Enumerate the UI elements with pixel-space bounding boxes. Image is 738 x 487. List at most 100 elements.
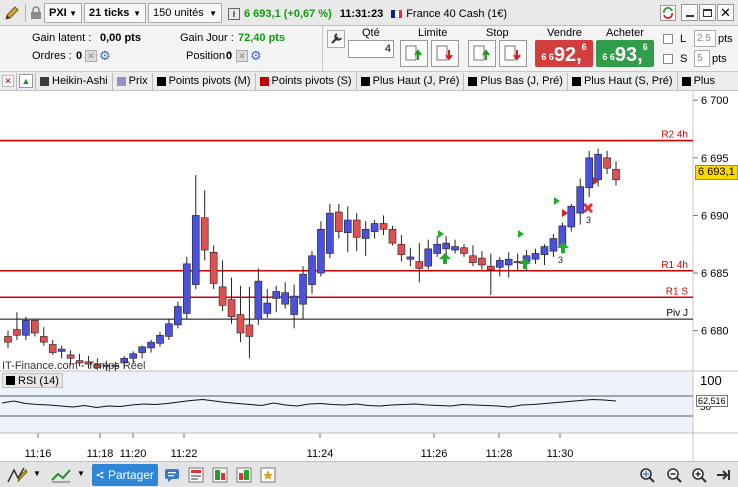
s-input[interactable] — [694, 50, 710, 67]
l-input[interactable] — [694, 30, 716, 47]
interval-selector[interactable]: 21 ticks ▼ — [84, 3, 146, 23]
pencil-icon[interactable] — [3, 4, 21, 22]
limit-buy-icon — [405, 45, 422, 60]
indicators-add-button[interactable]: ▲ — [17, 72, 36, 90]
candle-body — [254, 280, 263, 320]
zoom-in-button[interactable] — [690, 466, 708, 484]
indicator-swatch — [156, 76, 166, 86]
limit-sell-icon — [436, 45, 453, 61]
sell-price-big: 92, — [553, 44, 582, 66]
zoom-out-button[interactable] — [665, 466, 683, 484]
share-icon — [96, 471, 104, 479]
close-button[interactable]: ✕ — [717, 4, 734, 21]
position-value: 0 — [226, 50, 233, 62]
time-axis-label: 11:22 — [171, 448, 198, 460]
indicator-plus-haut-j[interactable]: Plus Haut (J, Pré) — [357, 72, 465, 90]
rsi-label[interactable]: RSI (14) — [2, 373, 63, 388]
chevron-down-icon[interactable]: ▼ — [33, 469, 41, 478]
price-axis-label: 6 690 — [701, 210, 729, 222]
candle-body — [504, 258, 513, 266]
close-icon: ✕ — [2, 75, 14, 87]
draw-tool-button[interactable] — [4, 465, 30, 485]
order-panel-divider — [322, 26, 323, 72]
candle-body — [191, 215, 200, 285]
candle-body — [388, 228, 397, 244]
gain-latent-label: Gain latent : — [32, 32, 92, 44]
candle-body — [343, 219, 352, 234]
indicator-heikin-ashi[interactable]: Heikin-Ashi — [36, 72, 113, 90]
chevron-down-icon[interactable]: ▼ — [77, 469, 85, 478]
indicator-plus-bas-j[interactable]: Plus Bas (J, Pré) — [464, 72, 568, 90]
order-bar: Gain latent : 0,00 pts Gain Jour : 72,40… — [0, 26, 738, 72]
wrench-icon[interactable] — [327, 30, 345, 48]
candle-body — [352, 219, 361, 238]
favorite-button[interactable] — [259, 466, 277, 484]
stop-sell-button[interactable] — [499, 40, 527, 67]
sell-order-button[interactable] — [235, 466, 253, 484]
indicator-plus[interactable]: Plus — [678, 73, 719, 90]
candle-body — [263, 302, 272, 314]
sell-label: Vendre — [547, 27, 582, 39]
pivot-label: R1 4h — [661, 260, 688, 271]
chart-area[interactable]: R2 4h R1 4h R1 S Piv J 3 3 6 700 6 695 6 690 6 … — [0, 91, 738, 461]
price-chart[interactable]: R2 4h R1 4h R1 S Piv J 3 3 6 700 6 695 6 690 6 … — [0, 91, 738, 461]
position-settings-icon[interactable]: ⚙ — [250, 48, 262, 64]
indicator-swatch — [571, 76, 581, 86]
lock-icon[interactable] — [30, 6, 42, 20]
zoom-fit-button[interactable] — [638, 466, 656, 484]
orders-settings-icon[interactable]: ⚙ — [99, 48, 111, 64]
buy-order-button[interactable] — [211, 466, 229, 484]
sell-price-sup: 6 — [581, 42, 587, 52]
maximize-button[interactable] — [699, 4, 716, 21]
comment-icon — [165, 469, 179, 482]
candle-body — [66, 354, 75, 359]
sell-button[interactable]: 6 6 92, 6 — [535, 40, 593, 67]
stop-buy-button[interactable] — [468, 40, 496, 67]
s-checkbox[interactable] — [663, 54, 673, 64]
candle-body — [57, 348, 66, 352]
s-label: S — [680, 53, 688, 65]
candle-body — [308, 255, 316, 285]
units-selector[interactable]: 150 unités ▼ — [148, 3, 222, 23]
flag-icon — [391, 10, 403, 18]
buy-price-big: 93, — [614, 44, 643, 66]
price-axis-label: 6 700 — [701, 95, 729, 107]
price-axis-label: 6 680 — [701, 326, 729, 338]
indicator-points-pivots-s[interactable]: Points pivots (S) — [256, 72, 357, 90]
indicator-points-pivots-m[interactable]: Points pivots (M) — [153, 72, 256, 90]
l-checkbox[interactable] — [663, 34, 673, 44]
sync-icon[interactable] — [659, 4, 677, 22]
minimize-button[interactable] — [681, 4, 698, 21]
candle-body — [415, 261, 424, 269]
candle-body — [236, 314, 245, 334]
limit-sell-button[interactable] — [431, 40, 459, 67]
add-indicator-icon: ▲ — [19, 74, 33, 88]
pivot-label: R1 S — [666, 286, 689, 297]
close-icon: ✕ — [720, 4, 731, 20]
alert-button[interactable] — [187, 466, 205, 484]
buy-button[interactable]: 6 6 93, 6 — [596, 40, 654, 67]
scroll-right-button[interactable] — [714, 466, 732, 484]
stop-buy-icon — [473, 45, 490, 60]
indicator-label: Plus — [693, 75, 715, 87]
indicator-prix[interactable]: Prix — [113, 72, 153, 90]
position-close-icon[interactable]: ✕ — [236, 50, 248, 62]
share-button[interactable]: Partager — [92, 464, 158, 486]
comment-button[interactable] — [163, 466, 181, 484]
position-label: Position : — [186, 50, 232, 62]
candle-body — [469, 255, 477, 263]
qty-input[interactable] — [348, 40, 394, 58]
indicator-plus-haut-s[interactable]: Plus Haut (S, Pré) — [568, 72, 678, 90]
minimize-icon — [685, 15, 694, 17]
candle-body — [585, 157, 593, 189]
chart-type-button[interactable] — [48, 465, 74, 485]
orders-close-icon[interactable]: ✕ — [85, 50, 97, 62]
indicators-close-button[interactable]: ✕ — [0, 72, 17, 90]
candle-body — [174, 306, 182, 326]
limit-buy-button[interactable] — [400, 40, 428, 67]
symbol-selector[interactable]: PXI ▼ — [44, 3, 82, 23]
chevron-down-icon: ▼ — [209, 8, 217, 18]
time-axis-label: 11:24 — [307, 448, 334, 460]
buy-price-small: 6 6 — [602, 52, 615, 62]
star-icon — [260, 467, 276, 483]
